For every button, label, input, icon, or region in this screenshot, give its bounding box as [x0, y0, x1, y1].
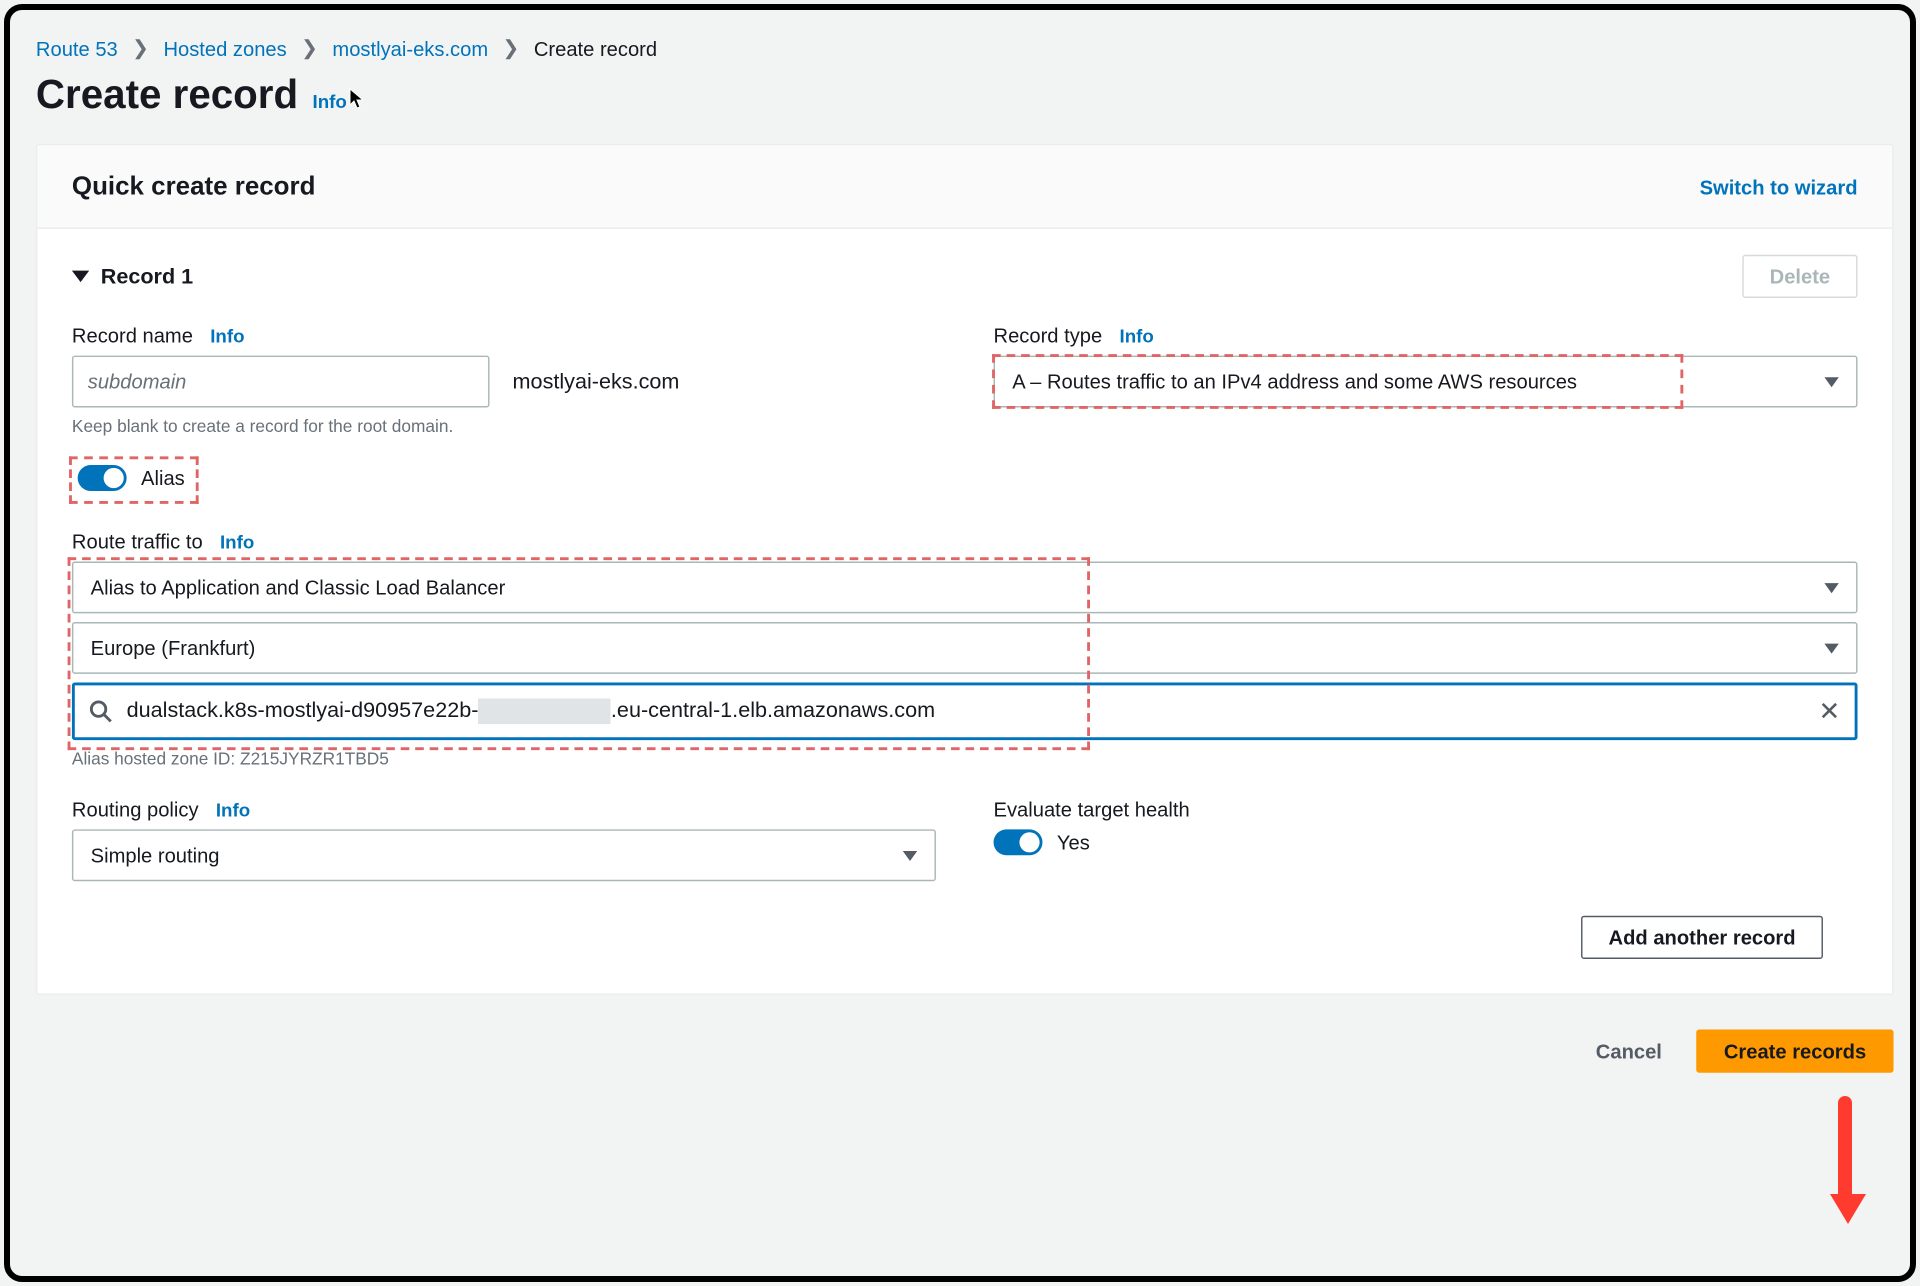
load-balancer-value: dualstack.k8s-mostlyai-d90957e22b-.eu-ce…: [127, 698, 1804, 724]
chevron-down-icon: [1824, 643, 1838, 653]
redacted-segment: [478, 698, 610, 724]
record-name-label: Record name: [72, 324, 193, 347]
quick-create-panel: Quick create record Switch to wizard Rec…: [36, 144, 1894, 995]
record-type-label: Record type: [994, 324, 1103, 347]
switch-to-wizard-link[interactable]: Switch to wizard: [1700, 175, 1858, 198]
endpoint-type-value: Alias to Application and Classic Load Ba…: [91, 576, 506, 599]
caret-down-icon[interactable]: [72, 271, 89, 283]
add-another-record-button[interactable]: Add another record: [1581, 916, 1823, 959]
alias-toggle[interactable]: Alias: [78, 465, 185, 491]
routing-policy-select[interactable]: Simple routing: [72, 829, 936, 881]
chevron-right-icon: ❯: [132, 36, 149, 60]
clear-icon[interactable]: ✕: [1819, 696, 1841, 726]
alias-zone-id: Alias hosted zone ID: Z215JYRZR1TBD5: [72, 749, 1858, 769]
record-name-hint: Keep blank to create a record for the ro…: [72, 416, 936, 436]
search-icon: [89, 700, 112, 723]
region-select[interactable]: Europe (Frankfurt): [72, 622, 1858, 674]
annotation-arrow-icon: [1830, 1096, 1860, 1236]
chevron-down-icon: [1824, 376, 1838, 386]
record-type-select[interactable]: A – Routes traffic to an IPv4 address an…: [994, 356, 1858, 408]
endpoint-type-select[interactable]: Alias to Application and Classic Load Ba…: [72, 562, 1858, 614]
alias-toggle-label: Alias: [141, 466, 185, 489]
record-name-suffix: mostlyai-eks.com: [513, 369, 680, 393]
record-title: Record 1: [101, 264, 193, 288]
evaluate-health-value: Yes: [1057, 831, 1090, 854]
delete-record-button[interactable]: Delete: [1742, 255, 1857, 298]
routing-policy-label: Routing policy: [72, 798, 199, 821]
region-value: Europe (Frankfurt): [91, 636, 256, 659]
breadcrumb-hosted-zones[interactable]: Hosted zones: [163, 37, 286, 60]
panel-title: Quick create record: [72, 171, 315, 201]
record-name-input[interactable]: [72, 356, 490, 408]
breadcrumb-current: Create record: [534, 37, 657, 60]
route-traffic-label: Route traffic to: [72, 530, 203, 553]
create-records-button[interactable]: Create records: [1696, 1030, 1893, 1073]
breadcrumb-route53[interactable]: Route 53: [36, 37, 118, 60]
chevron-right-icon: ❯: [503, 36, 520, 60]
record-name-info-link[interactable]: Info: [210, 325, 244, 347]
record-type-info-link[interactable]: Info: [1119, 325, 1153, 347]
cancel-button[interactable]: Cancel: [1596, 1040, 1662, 1063]
chevron-down-icon: [1824, 582, 1838, 592]
breadcrumb: Route 53 ❯ Hosted zones ❯ mostlyai-eks.c…: [10, 10, 1919, 60]
page-title-info-link[interactable]: Info: [313, 91, 347, 113]
evaluate-health-label: Evaluate target health: [994, 798, 1190, 821]
routing-policy-info-link[interactable]: Info: [216, 798, 250, 820]
chevron-down-icon: [903, 850, 917, 860]
route-traffic-info-link[interactable]: Info: [220, 531, 254, 553]
evaluate-health-toggle[interactable]: Yes: [994, 829, 1090, 855]
page-title: Create record: [36, 72, 298, 118]
chevron-right-icon: ❯: [301, 36, 318, 60]
routing-policy-value: Simple routing: [91, 844, 220, 867]
record-type-value: A – Routes traffic to an IPv4 address an…: [1012, 370, 1577, 393]
breadcrumb-domain[interactable]: mostlyai-eks.com: [332, 37, 488, 60]
load-balancer-input[interactable]: dualstack.k8s-mostlyai-d90957e22b-.eu-ce…: [72, 682, 1858, 740]
